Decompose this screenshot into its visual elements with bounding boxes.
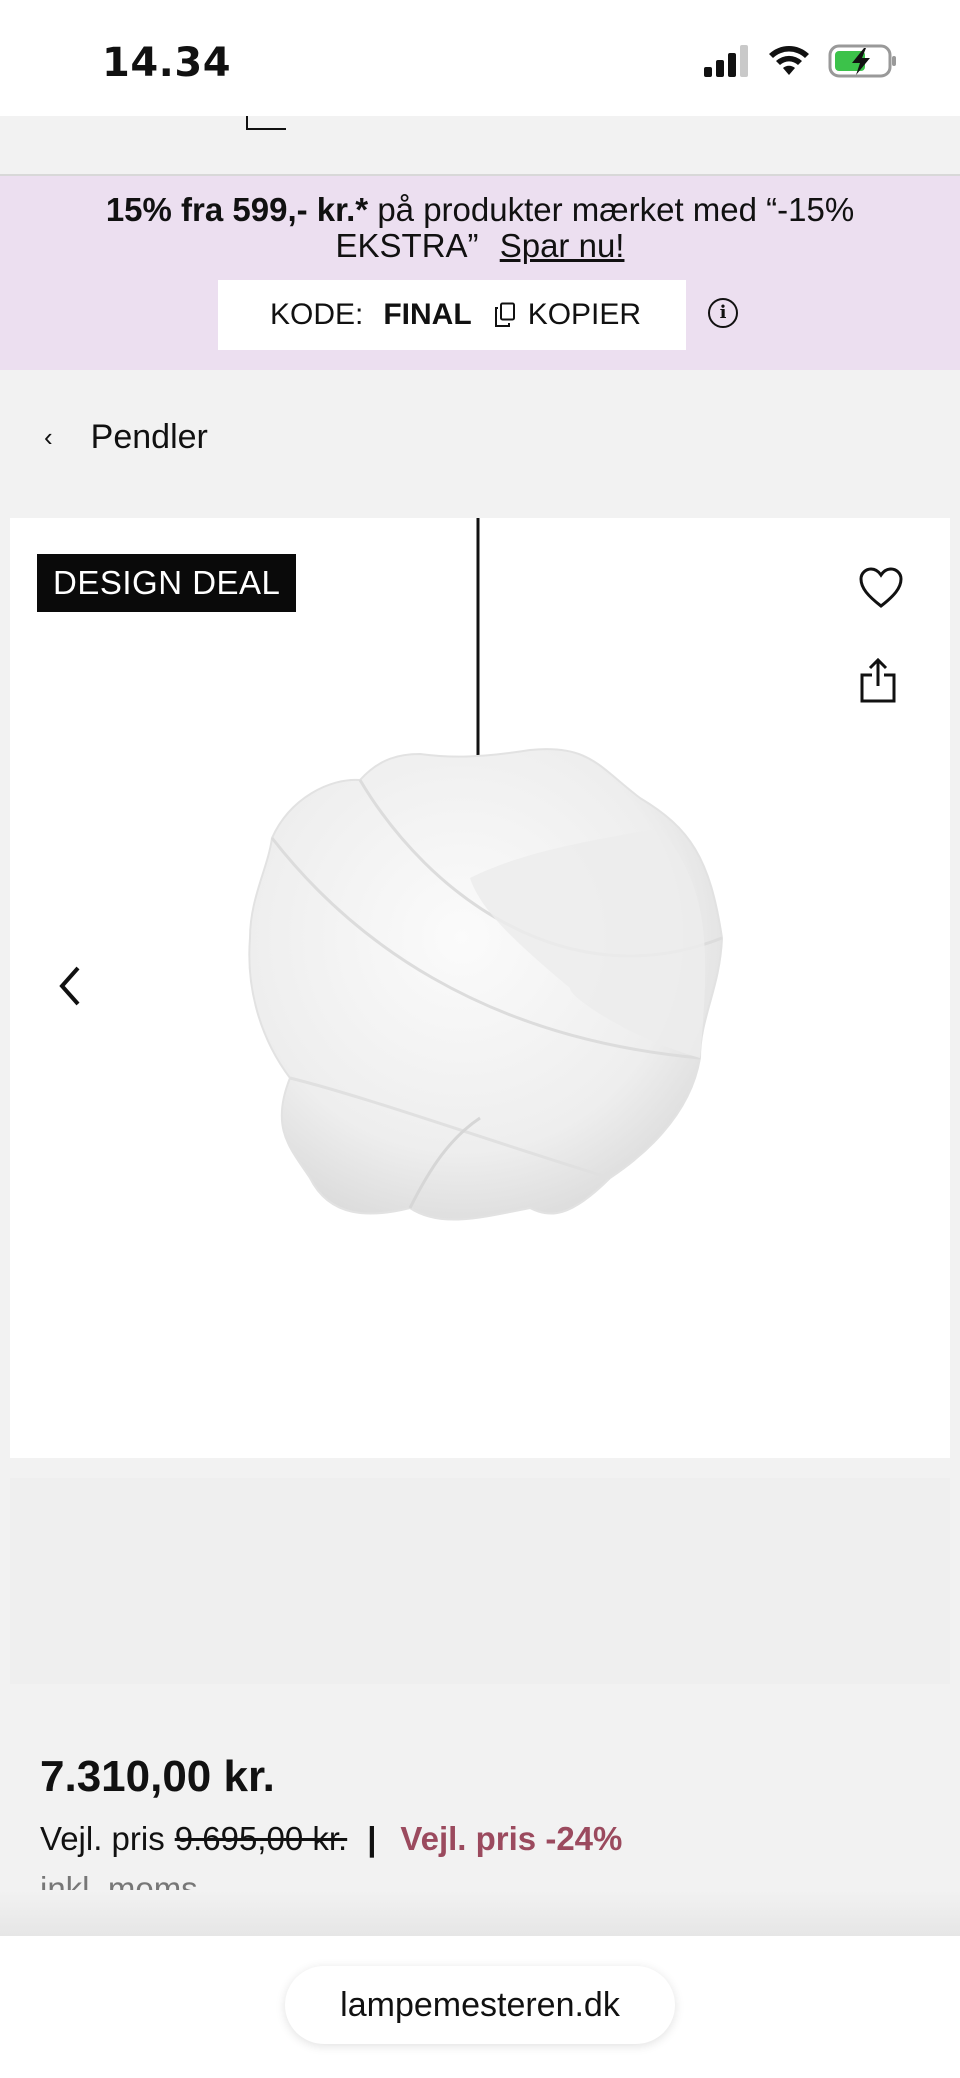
product-image-gallery[interactable]: DESIGN DEAL	[10, 518, 950, 1458]
code-label: KODE:	[270, 298, 364, 331]
promo-text: 15% fra 599,- kr.* på produkter mærket m…	[40, 192, 920, 264]
site-logo[interactable]	[246, 116, 286, 130]
breadcrumb[interactable]: ‹ Pendler	[44, 418, 208, 457]
copy-code-button[interactable]: KOPIER	[528, 298, 641, 332]
status-time: 14.34	[102, 40, 232, 86]
product-image	[248, 518, 724, 1221]
rrp-row: Vejl. pris 9.695,00 kr. | Vejl. pris -24…	[40, 1820, 622, 1858]
rrp-value: 9.695,00 kr.	[174, 1820, 348, 1857]
breadcrumb-label: Pendler	[90, 418, 208, 456]
chevron-left-icon[interactable]	[52, 964, 88, 1008]
url-bar[interactable]: lampemesteren.dk	[285, 1966, 675, 2044]
signal-icon	[704, 45, 748, 77]
product-price: 7.310,00 kr.	[40, 1752, 275, 1801]
chevron-left-icon: ‹	[44, 422, 53, 452]
promo-banner: 15% fra 599,- kr.* på produkter mærket m…	[0, 176, 960, 370]
battery-charging-icon	[828, 44, 896, 78]
share-icon[interactable]	[858, 658, 898, 704]
price-block: 7.310,00 kr. Vejl. pris 9.695,00 kr. | V…	[40, 1752, 622, 1908]
bottom-fade	[0, 1890, 960, 1936]
copy-icon[interactable]	[494, 302, 516, 328]
status-bar: 14.34	[0, 0, 960, 116]
code-value: FINAL	[383, 298, 472, 331]
site-header	[0, 116, 960, 176]
info-icon[interactable]: i	[708, 298, 738, 328]
browser-bottom-bar: lampemesteren.dk	[0, 1936, 960, 2078]
design-deal-badge: DESIGN DEAL	[37, 554, 297, 612]
heart-icon[interactable]	[858, 566, 904, 610]
discount-code-box: KODE: FINAL KOPIER	[218, 280, 686, 350]
rrp-separator: |	[367, 1820, 377, 1857]
thumbnail-strip	[10, 1478, 950, 1684]
discount-label: Vejl. pris -24%	[400, 1820, 623, 1857]
rrp-label: Vejl. pris	[40, 1820, 165, 1857]
promo-link[interactable]: Spar nu!	[500, 227, 625, 264]
promo-bold-text: 15% fra 599,- kr.*	[105, 191, 369, 228]
status-icons	[704, 44, 898, 78]
wifi-icon	[769, 46, 809, 75]
